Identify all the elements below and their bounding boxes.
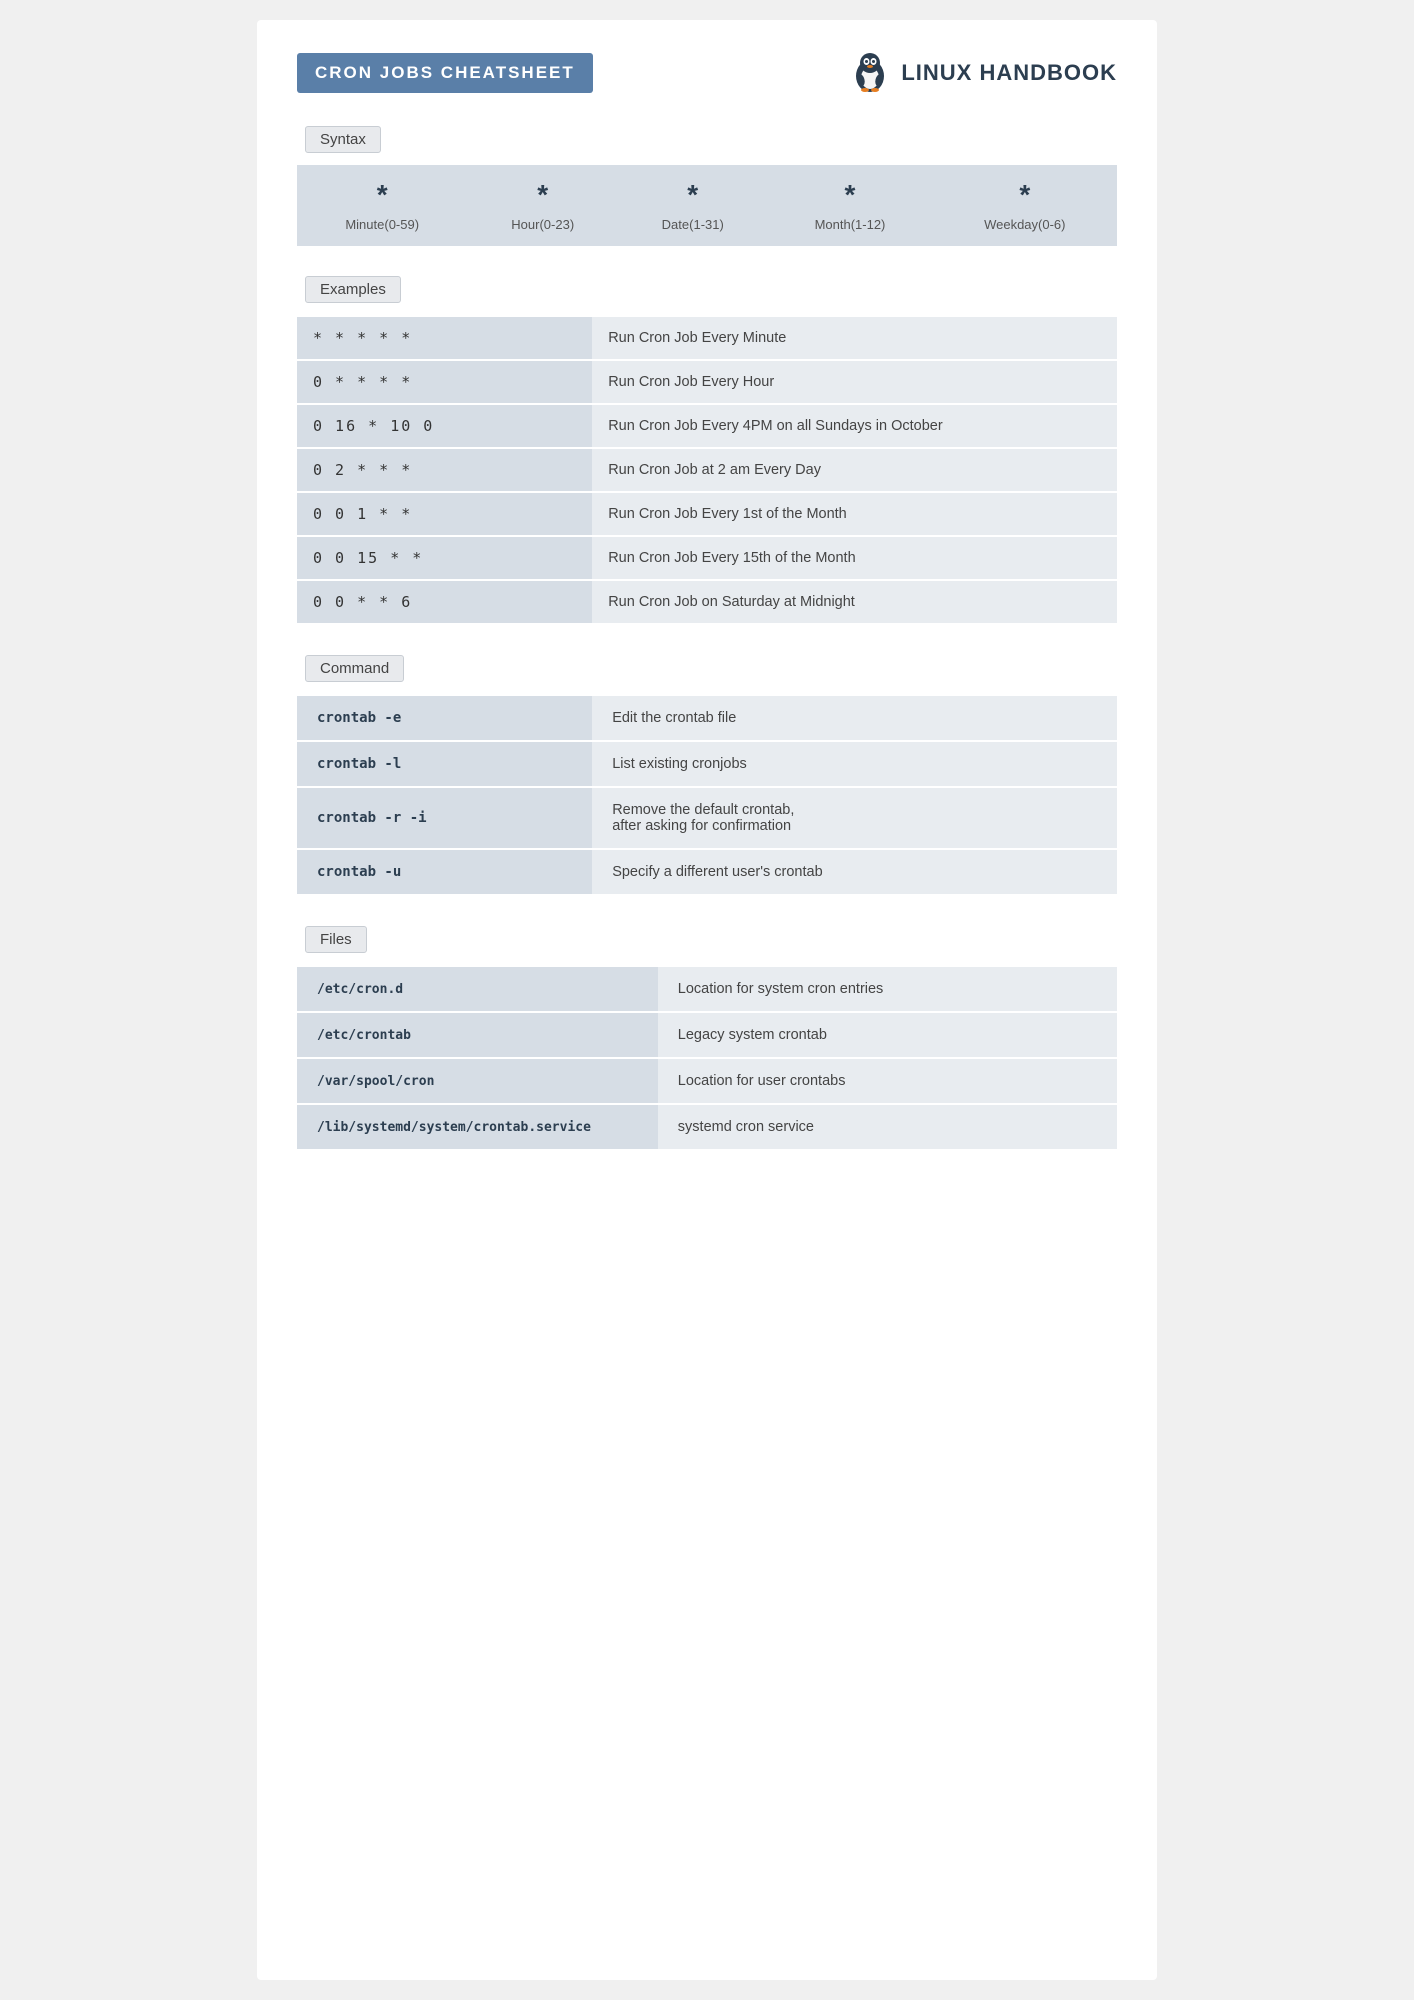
examples-table: * * * * * Run Cron Job Every Minute 0 * … xyxy=(297,315,1117,625)
examples-row: 0 16 * 10 0 Run Cron Job Every 4PM on al… xyxy=(297,405,1117,447)
star-4: * xyxy=(767,165,932,215)
syntax-table: * * * * * Minute(0-59) Hour(0-23) Date(1… xyxy=(297,165,1117,246)
star-5: * xyxy=(933,165,1117,215)
example-desc: Run Cron Job Every 1st of the Month xyxy=(592,493,1117,535)
command-row: crontab -u Specify a different user's cr… xyxy=(297,850,1117,894)
example-cmd: 0 0 15 * * xyxy=(297,537,592,579)
files-desc: Location for system cron entries xyxy=(658,967,1117,1011)
files-row: /lib/systemd/system/crontab.service syst… xyxy=(297,1105,1117,1149)
files-table: /etc/cron.d Location for system cron ent… xyxy=(297,965,1117,1151)
files-row: /etc/crontab Legacy system crontab xyxy=(297,1013,1117,1057)
syntax-star-row: * * * * * xyxy=(297,165,1117,215)
examples-row: 0 0 * * 6 Run Cron Job on Saturday at Mi… xyxy=(297,581,1117,623)
command-cmd: crontab -l xyxy=(297,742,592,786)
command-desc: Edit the crontab file xyxy=(592,696,1117,740)
syntax-label-month: Month(1-12) xyxy=(767,215,932,246)
example-desc: Run Cron Job Every Hour xyxy=(592,361,1117,403)
command-row: crontab -l List existing cronjobs xyxy=(297,742,1117,786)
examples-row: * * * * * Run Cron Job Every Minute xyxy=(297,317,1117,359)
syntax-label-date: Date(1-31) xyxy=(618,215,767,246)
command-row: crontab -r -i Remove the default crontab… xyxy=(297,788,1117,848)
examples-row: 0 0 15 * * Run Cron Job Every 15th of th… xyxy=(297,537,1117,579)
example-cmd: 0 0 * * 6 xyxy=(297,581,592,623)
files-cmd: /var/spool/cron xyxy=(297,1059,658,1103)
command-cmd: crontab -e xyxy=(297,696,592,740)
example-cmd: 0 * * * * xyxy=(297,361,592,403)
penguin-icon xyxy=(847,50,893,96)
command-desc: Remove the default crontab,after asking … xyxy=(592,788,1117,848)
syntax-label-weekday: Weekday(0-6) xyxy=(933,215,1117,246)
command-row: crontab -e Edit the crontab file xyxy=(297,696,1117,740)
files-cmd: /etc/cron.d xyxy=(297,967,658,1011)
files-row: /var/spool/cron Location for user cronta… xyxy=(297,1059,1117,1103)
files-desc: Legacy system crontab xyxy=(658,1013,1117,1057)
files-label: Files xyxy=(305,926,367,953)
example-cmd: * * * * * xyxy=(297,317,592,359)
examples-row: 0 * * * * Run Cron Job Every Hour xyxy=(297,361,1117,403)
command-table: crontab -e Edit the crontab file crontab… xyxy=(297,694,1117,896)
page-header: CRON JOBS CHEATSHEET LINUX HANDBOOK xyxy=(297,50,1117,96)
examples-row: 0 2 * * * Run Cron Job at 2 am Every Day xyxy=(297,449,1117,491)
examples-row: 0 0 1 * * Run Cron Job Every 1st of the … xyxy=(297,493,1117,535)
example-cmd: 0 2 * * * xyxy=(297,449,592,491)
brand-name: LINUX HANDBOOK xyxy=(901,60,1117,86)
example-desc: Run Cron Job Every 15th of the Month xyxy=(592,537,1117,579)
command-label: Command xyxy=(305,655,404,682)
files-desc: Location for user crontabs xyxy=(658,1059,1117,1103)
star-3: * xyxy=(618,165,767,215)
example-cmd: 0 0 1 * * xyxy=(297,493,592,535)
syntax-label: Syntax xyxy=(305,126,381,153)
example-desc: Run Cron Job at 2 am Every Day xyxy=(592,449,1117,491)
files-row: /etc/cron.d Location for system cron ent… xyxy=(297,967,1117,1011)
files-cmd: /lib/systemd/system/crontab.service xyxy=(297,1105,658,1149)
files-cmd: /etc/crontab xyxy=(297,1013,658,1057)
page-title: CRON JOBS CHEATSHEET xyxy=(315,63,575,82)
syntax-label-hour: Hour(0-23) xyxy=(467,215,618,246)
example-cmd: 0 16 * 10 0 xyxy=(297,405,592,447)
command-cmd: crontab -r -i xyxy=(297,788,592,848)
example-desc: Run Cron Job Every 4PM on all Sundays in… xyxy=(592,405,1117,447)
syntax-label-minute: Minute(0-59) xyxy=(297,215,467,246)
command-cmd: crontab -u xyxy=(297,850,592,894)
header-title-box: CRON JOBS CHEATSHEET xyxy=(297,53,593,93)
files-desc: systemd cron service xyxy=(658,1105,1117,1149)
command-desc: Specify a different user's crontab xyxy=(592,850,1117,894)
command-desc: List existing cronjobs xyxy=(592,742,1117,786)
star-2: * xyxy=(467,165,618,215)
syntax-label-row: Minute(0-59) Hour(0-23) Date(1-31) Month… xyxy=(297,215,1117,246)
examples-section: Examples * * * * * Run Cron Job Every Mi… xyxy=(297,276,1117,625)
command-section: Command crontab -e Edit the crontab file… xyxy=(297,655,1117,896)
examples-label: Examples xyxy=(305,276,401,303)
example-desc: Run Cron Job on Saturday at Midnight xyxy=(592,581,1117,623)
files-section: Files /etc/cron.d Location for system cr… xyxy=(297,926,1117,1151)
syntax-section: Syntax * * * * * Minute(0-59) Hour(0-23)… xyxy=(297,126,1117,246)
star-1: * xyxy=(297,165,467,215)
brand: LINUX HANDBOOK xyxy=(847,50,1117,96)
example-desc: Run Cron Job Every Minute xyxy=(592,317,1117,359)
